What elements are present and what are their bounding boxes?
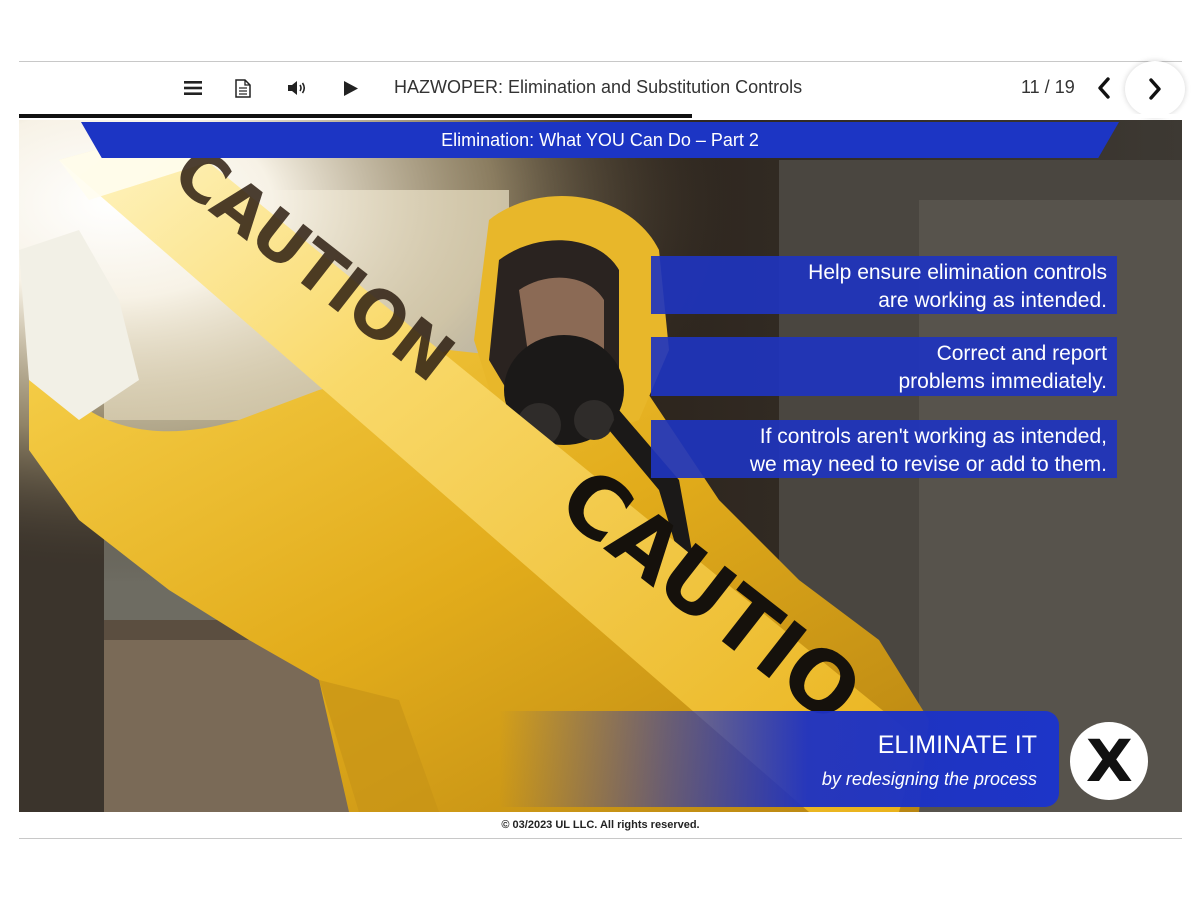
eliminate-x-badge: X [1070,722,1148,800]
bullet-line: Correct and report [936,342,1107,365]
slide-title: Elimination: What YOU Can Do – Part 2 [441,130,759,150]
slide-canvas: CAUTION CAUTIO Elimination: What YOU Can… [19,120,1182,812]
next-slide-button[interactable] [1125,61,1185,117]
slide-title-banner: Elimination: What YOU Can Do – Part 2 [81,122,1119,158]
speaker-icon[interactable] [284,75,310,101]
bullet-line: Help ensure elimination controls [808,261,1107,284]
document-icon[interactable] [230,75,256,101]
previous-slide-button[interactable] [1089,73,1119,103]
course-title: HAZWOPER: Elimination and Substitution C… [394,77,803,97]
bullet-line: are working as intended. [878,289,1107,312]
course-player: HAZWOPER: Elimination and Substitution C… [19,61,1185,839]
menu-icon[interactable] [180,75,206,101]
bullet-line: If controls aren't working as intended, [759,425,1107,448]
bullet-ensure-controls: Help ensure elimination controls are wor… [651,256,1117,314]
play-icon[interactable] [338,75,364,101]
callout-title: ELIMINATE IT [877,731,1037,759]
page-counter: 11 / 19 [1021,77,1075,97]
x-icon: X [1085,727,1133,795]
callout-subtitle: by redesigning the process [821,769,1037,789]
bullet-line: problems immediately. [898,370,1107,393]
copyright-footer: © 03/2023 UL LLC. All rights reserved. [501,819,700,831]
player-toolbar: HAZWOPER: Elimination and Substitution C… [19,61,1185,118]
bullet-revise-controls: If controls aren't working as intended, … [651,420,1117,478]
bullet-line: we may need to revise or add to them. [749,453,1107,476]
chevron-right-icon [1149,78,1161,100]
chevron-left-icon [1098,77,1110,99]
progress-bar [19,114,1182,118]
eliminate-callout: ELIMINATE IT by redesigning the process [499,711,1059,807]
bullet-correct-report: Correct and report problems immediately. [651,337,1117,396]
progress-fill [19,114,693,118]
